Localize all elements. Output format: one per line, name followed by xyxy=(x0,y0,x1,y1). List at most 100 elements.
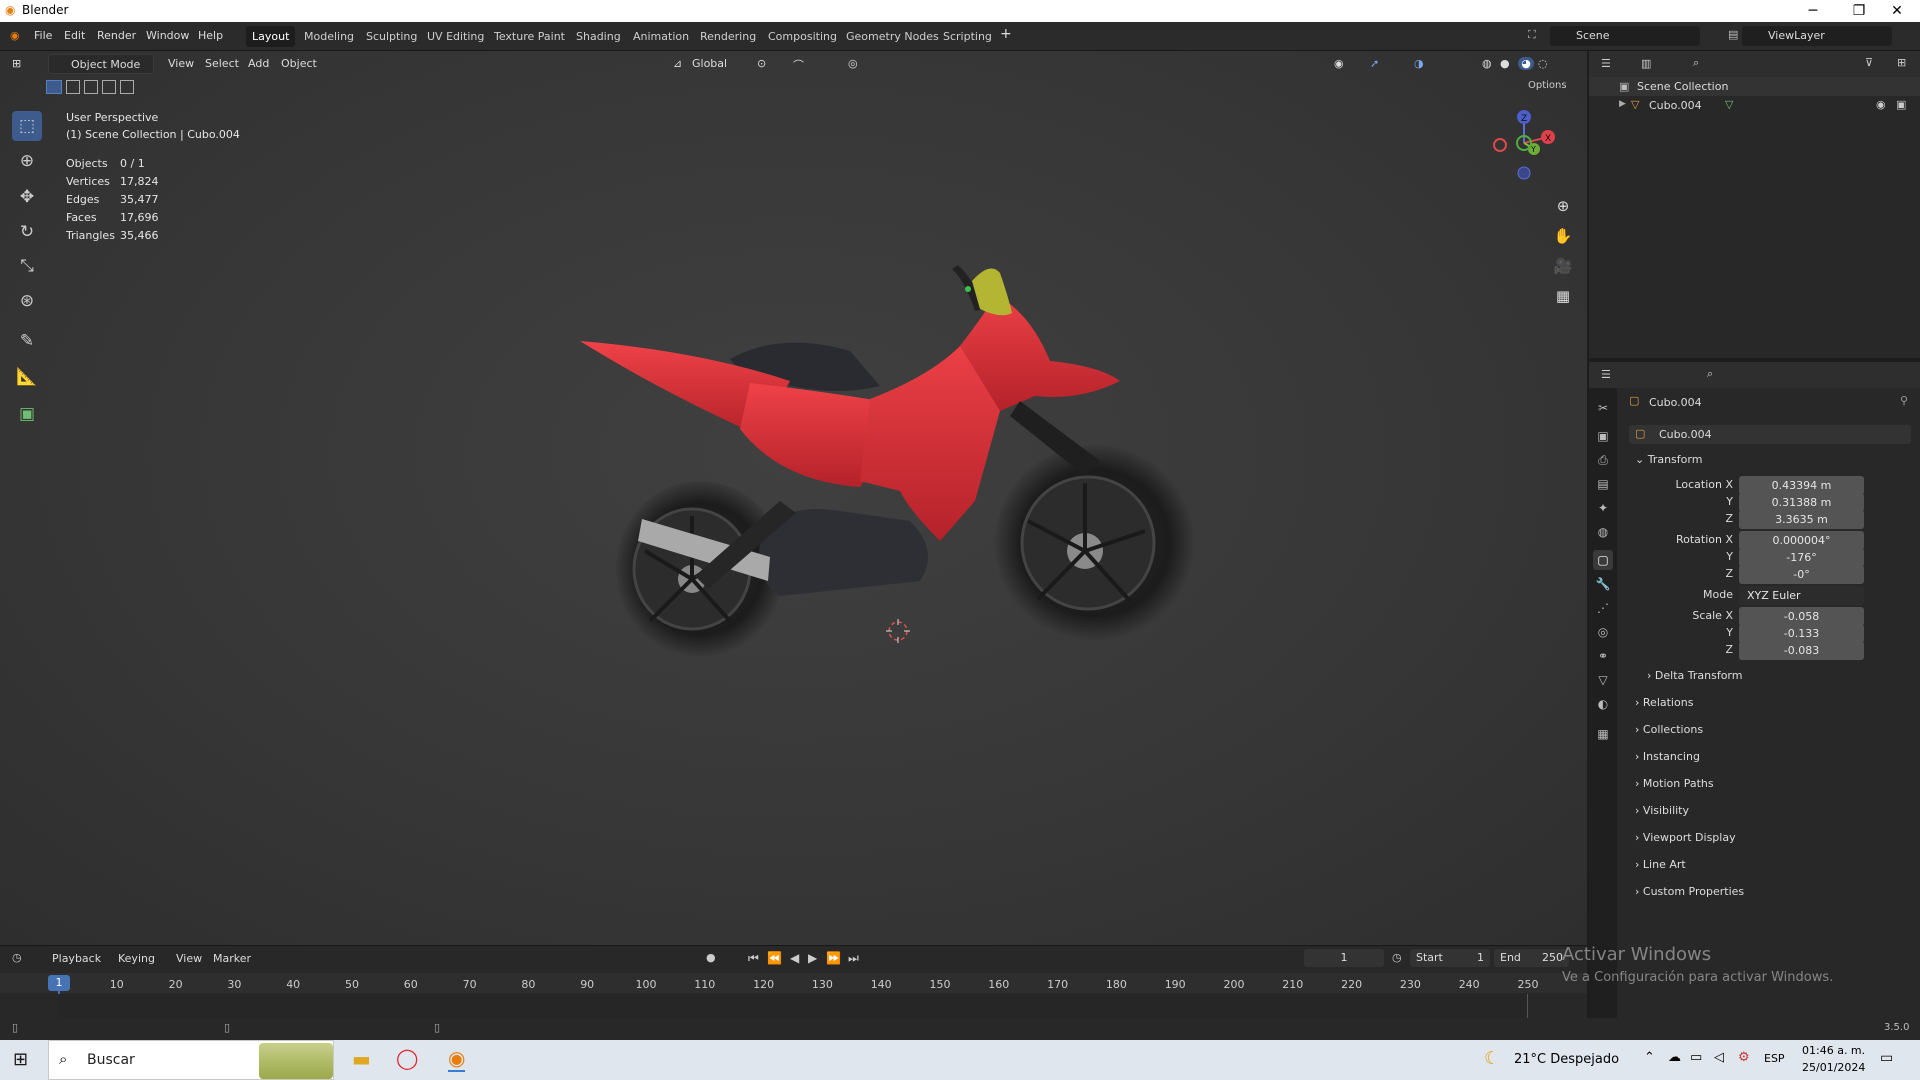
onedrive-icon[interactable]: ☁ xyxy=(1668,1050,1681,1065)
properties-search-icon[interactable]: ⌕ xyxy=(1707,367,1713,381)
select-extend-icon[interactable] xyxy=(66,80,80,94)
collections-panel[interactable]: › Collections xyxy=(1635,723,1703,736)
overlay-toggle-icon[interactable]: ◑ xyxy=(1414,57,1424,70)
particles-tab-icon[interactable]: ⋰ xyxy=(1593,598,1613,618)
clock-date[interactable]: 25/01/2024 xyxy=(1802,1061,1865,1074)
timeline-editor-icon[interactable]: ◷ xyxy=(12,951,22,964)
taskbar-search-box[interactable]: ⌕ Buscar xyxy=(48,1040,334,1080)
properties-editor-icon[interactable]: ☰ xyxy=(1601,368,1611,381)
menu-window[interactable]: Window xyxy=(146,29,189,42)
tab-uv-editing[interactable]: UV Editing xyxy=(421,26,490,47)
tab-animation[interactable]: Animation xyxy=(627,26,695,47)
select-mode-buttons[interactable] xyxy=(46,80,138,96)
timeline-menu-keying[interactable]: Keying xyxy=(118,952,155,965)
notifications-icon[interactable]: ▭ xyxy=(1880,1050,1893,1066)
end-frame-field[interactable]: End 250 xyxy=(1494,949,1569,967)
volume-icon[interactable]: ◁ xyxy=(1714,1050,1724,1065)
output-tab-icon[interactable]: ⎙ xyxy=(1593,450,1613,470)
transform-tool[interactable]: ⊛ xyxy=(12,286,42,316)
tab-rendering[interactable]: Rendering xyxy=(694,26,762,47)
minimize-button[interactable]: ─ xyxy=(1790,0,1836,22)
timeline-menu-view[interactable]: View xyxy=(176,952,202,965)
camera-render-icon[interactable]: ▣ xyxy=(1896,98,1906,111)
line-art-panel[interactable]: › Line Art xyxy=(1635,858,1686,871)
world-tab-icon[interactable]: ◍ xyxy=(1593,522,1613,542)
rotation-mode-dropdown[interactable]: XYZ Euler xyxy=(1739,586,1864,605)
editor-type-icon[interactable]: ⊞ xyxy=(12,57,21,70)
outliner-editor-icon[interactable]: ☰ xyxy=(1601,57,1611,70)
measure-tool[interactable]: 📐 xyxy=(12,362,42,392)
display-mode-icon[interactable]: ▥ xyxy=(1641,57,1651,70)
security-icon[interactable]: ⚙ xyxy=(1738,1050,1750,1065)
scene-tab-icon[interactable]: ✦ xyxy=(1593,498,1613,518)
menu-file[interactable]: File xyxy=(34,29,52,42)
pan-hand-icon[interactable]: ✋ xyxy=(1550,223,1576,249)
tool-tab-icon[interactable]: ✂ xyxy=(1593,398,1613,418)
prev-keyframe-icon[interactable]: ⏪ xyxy=(767,951,782,965)
delta-transform-panel[interactable]: › Delta Transform xyxy=(1647,669,1742,682)
gizmo-neg-z[interactable] xyxy=(1517,166,1531,180)
snap-icon[interactable]: ⌒ xyxy=(793,57,804,73)
filter-icon[interactable]: ⊽ xyxy=(1865,56,1873,69)
viewport-menu-object[interactable]: Object xyxy=(281,57,317,70)
tab-modeling[interactable]: Modeling xyxy=(298,26,360,47)
add-cube-tool[interactable]: ▣ xyxy=(12,399,42,429)
keyframe-dot-icon[interactable]: ● xyxy=(706,951,716,964)
gizmo-toggle-icon[interactable]: ➚ xyxy=(1370,57,1379,70)
jump-start-icon[interactable]: ⏮ xyxy=(748,951,759,966)
motorcycle-model[interactable] xyxy=(580,251,1200,671)
constraints-tab-icon[interactable]: ⚭ xyxy=(1593,646,1613,666)
modifiers-tab-icon[interactable]: 🔧 xyxy=(1593,574,1613,594)
clock-time[interactable]: 01:46 a. m. xyxy=(1802,1044,1865,1057)
visibility-icon[interactable]: ◉ xyxy=(1334,57,1344,70)
tab-texture-paint[interactable]: Texture Paint xyxy=(488,26,571,47)
tab-layout[interactable]: Layout xyxy=(246,26,296,47)
blender-menu-icon[interactable]: ◉ xyxy=(10,29,20,42)
expand-arrow-icon[interactable]: ▶ xyxy=(1619,99,1626,109)
gizmo-neg-x[interactable] xyxy=(1493,138,1507,152)
timeline-menu-playback[interactable]: Playback xyxy=(52,952,101,965)
clock-icon[interactable]: ◷ xyxy=(1392,951,1402,964)
data-tab-icon[interactable]: ▽ xyxy=(1593,670,1613,690)
object-name-field[interactable]: ▢ Cubo.004 xyxy=(1629,425,1911,444)
viewport-menu-view[interactable]: View xyxy=(168,57,194,70)
transform-orientation-selector[interactable]: Global xyxy=(692,57,727,70)
texture-tab-icon[interactable]: ▦ xyxy=(1593,724,1613,744)
viewport-display-panel[interactable]: › Viewport Display xyxy=(1635,831,1736,844)
location-z-field[interactable]: 3.3635 m xyxy=(1739,510,1864,529)
select-invert-icon[interactable] xyxy=(102,80,116,94)
play-reverse-icon[interactable]: ◀ xyxy=(790,951,799,965)
viewlayer-selector[interactable]: ViewLayer xyxy=(1742,26,1892,46)
current-frame-field[interactable]: 1 xyxy=(1304,949,1384,967)
opera-icon[interactable]: ◯ xyxy=(396,1046,418,1070)
select-intersect-icon[interactable] xyxy=(120,80,134,94)
network-icon[interactable]: ▭ xyxy=(1690,1050,1702,1065)
start-frame-field[interactable]: Start 1 xyxy=(1410,949,1490,967)
new-collection-icon[interactable]: ⊞ xyxy=(1897,56,1906,69)
perspective-toggle-icon[interactable]: ▦ xyxy=(1550,283,1576,309)
search-icon[interactable]: ⌕ xyxy=(1693,56,1699,70)
render-tab-icon[interactable]: ▣ xyxy=(1593,426,1613,446)
annotate-tool[interactable]: ✎ xyxy=(12,326,42,356)
options-dropdown[interactable]: Options xyxy=(1528,80,1567,91)
mode-selector[interactable]: Object Mode xyxy=(48,54,154,74)
wireframe-shading-icon[interactable]: ◍ xyxy=(1482,57,1492,70)
camera-view-icon[interactable]: 🎥 xyxy=(1550,253,1576,279)
weather-text[interactable]: 21°C Despejado xyxy=(1514,1052,1619,1067)
rotate-tool[interactable]: ↻ xyxy=(12,217,42,247)
outliner-row-object[interactable]: ▶ ▽ Cubo.004 ▽ ◉ ▣ xyxy=(1589,96,1920,115)
windows-start-icon[interactable]: ⊞ xyxy=(13,1049,28,1070)
transform-panel-header[interactable]: ⌄ Transform xyxy=(1635,453,1702,466)
tab-geometry-nodes[interactable]: Geometry Nodes xyxy=(840,26,945,47)
pin-icon[interactable]: ⚲ xyxy=(1900,394,1908,407)
physics-tab-icon[interactable]: ◎ xyxy=(1593,622,1613,642)
language-indicator[interactable]: ESP xyxy=(1764,1052,1785,1065)
rotation-z-field[interactable]: -0° xyxy=(1739,565,1864,584)
proportional-edit-icon[interactable]: ◎ xyxy=(848,57,858,70)
viewport-menu-add[interactable]: Add xyxy=(248,57,269,70)
move-tool[interactable]: ✥ xyxy=(12,182,42,212)
select-new-icon[interactable] xyxy=(46,80,62,94)
view-layer-tab-icon[interactable]: ▤ xyxy=(1593,474,1613,494)
select-box-tool[interactable]: ⬚ xyxy=(12,111,42,141)
rendered-shading-icon[interactable]: ◌ xyxy=(1538,57,1548,70)
